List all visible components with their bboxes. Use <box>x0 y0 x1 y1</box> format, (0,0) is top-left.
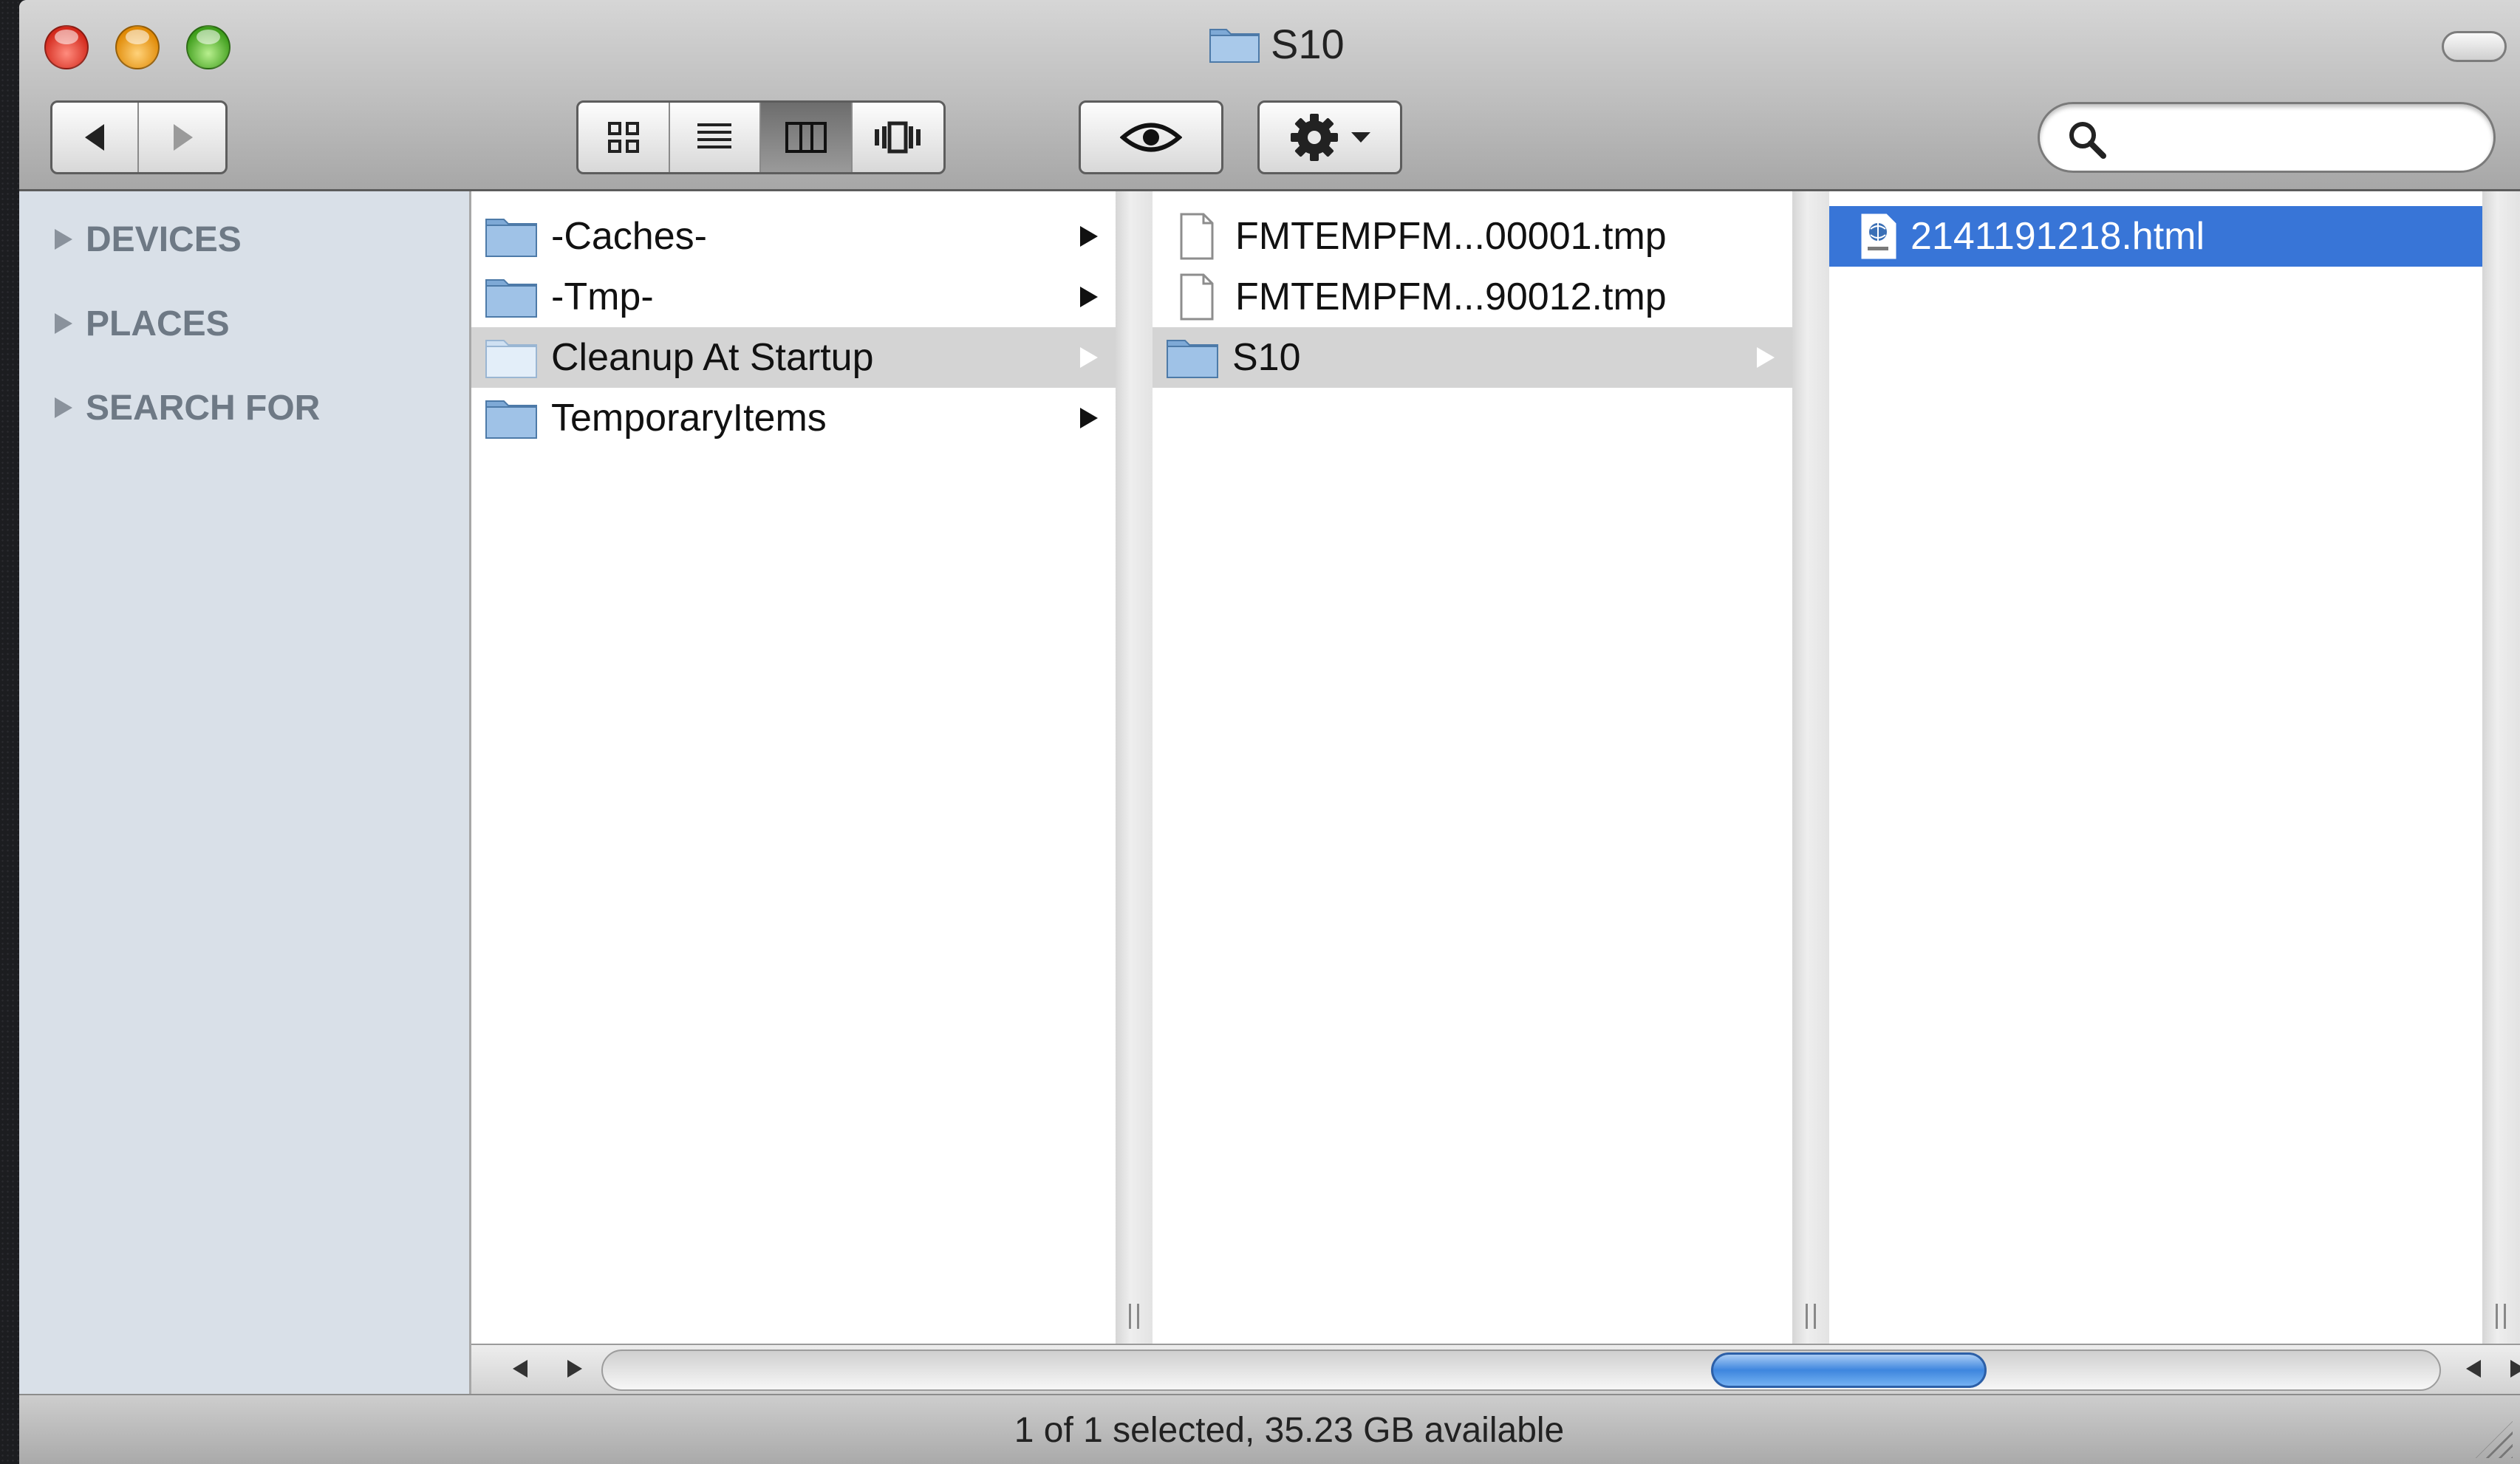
list-view-button[interactable] <box>670 103 761 172</box>
item-name: FMTEMPFM...00001.tmp <box>1235 215 1667 258</box>
status-bar: 1 of 1 selected, 35.23 GB available <box>19 1394 2520 1464</box>
list-item[interactable]: S10 <box>1153 327 1792 388</box>
scroll-track[interactable] <box>601 1350 2441 1391</box>
item-name: 2141191218.html <box>1911 215 2205 258</box>
column-resize-handle[interactable] <box>1129 1304 1139 1329</box>
navigation-segment <box>50 100 228 174</box>
search-field[interactable] <box>2038 102 2496 173</box>
coverflow-view-button[interactable] <box>853 103 944 172</box>
horizontal-scrollbar[interactable] <box>471 1344 2520 1394</box>
column-view-button[interactable] <box>761 103 853 172</box>
disclosure-arrow-icon <box>1080 226 1098 247</box>
disclosure-arrow-icon <box>1080 408 1098 428</box>
coverflow-view-icon <box>875 121 921 154</box>
list-item[interactable]: Cleanup At Startup <box>471 327 1116 388</box>
status-text: 1 of 1 selected, 35.23 GB available <box>1014 1411 1565 1450</box>
disclosure-arrow-icon <box>1080 287 1098 307</box>
search-icon <box>2069 122 2106 159</box>
eye-icon <box>1120 123 1182 152</box>
column-divider[interactable] <box>1116 191 1153 1344</box>
sidebar-section-label: PLACES <box>86 304 230 343</box>
scroll-right-arrow-icon[interactable] <box>2510 1360 2520 1378</box>
scroll-left-arrow-icon[interactable] <box>513 1360 527 1378</box>
minimize-button[interactable] <box>115 25 160 69</box>
scroll-thumb[interactable] <box>1711 1352 1987 1388</box>
list-item[interactable]: FMTEMPFM...90012.tmp <box>1153 267 1792 327</box>
sidebar-section-search-for[interactable]: SEARCH FOR <box>55 382 320 434</box>
window-title: S10 <box>1209 18 1345 69</box>
sidebar-section-label: SEARCH FOR <box>86 388 321 428</box>
forward-arrow-icon <box>173 124 193 151</box>
browser-column-3[interactable]: 2141191218.html <box>1829 191 2482 1344</box>
back-arrow-icon <box>84 124 104 151</box>
folder-icon <box>485 340 537 378</box>
search-input[interactable] <box>2121 114 2471 160</box>
finder-window: S10 DEVICES PLACES SEARCH FOR -Caches- -… <box>19 0 2520 1464</box>
item-name: -Caches- <box>551 215 707 258</box>
disclosure-triangle-icon <box>55 229 72 250</box>
browser-column-2[interactable]: FMTEMPFM...00001.tmp FMTEMPFM...90012.tm… <box>1153 191 1792 1344</box>
disclosure-triangle-icon <box>55 313 72 334</box>
item-name: TemporaryItems <box>551 397 827 439</box>
icon-view-icon <box>607 122 639 153</box>
toolbar-toggle-button[interactable] <box>2442 31 2507 62</box>
folder-icon <box>1209 29 1260 63</box>
disclosure-arrow-icon <box>1080 347 1098 368</box>
column-divider[interactable] <box>1792 191 1829 1344</box>
zoom-button[interactable] <box>186 25 231 69</box>
back-button[interactable] <box>52 103 139 172</box>
column-view-icon <box>785 122 827 153</box>
quick-look-button[interactable] <box>1079 100 1223 174</box>
sidebar: DEVICES PLACES SEARCH FOR <box>19 191 471 1394</box>
item-name: FMTEMPFM...90012.tmp <box>1235 276 1667 318</box>
browser-column-1[interactable]: -Caches- -Tmp- Cleanup At Startup Tempor… <box>471 191 1116 1344</box>
list-view-icon <box>697 123 732 148</box>
forward-button[interactable] <box>139 103 225 172</box>
gear-icon <box>1291 114 1338 161</box>
list-item[interactable]: -Caches- <box>471 206 1116 267</box>
window-title-text: S10 <box>1271 20 1345 67</box>
disclosure-triangle-icon <box>55 397 72 418</box>
list-item[interactable]: -Tmp- <box>471 267 1116 327</box>
list-item[interactable]: FMTEMPFM...00001.tmp <box>1153 206 1792 267</box>
column-resize-handle[interactable] <box>2496 1304 2506 1329</box>
sidebar-section-label: DEVICES <box>86 219 242 259</box>
folder-icon <box>485 219 537 257</box>
sidebar-section-places[interactable]: PLACES <box>55 298 230 349</box>
document-icon <box>1180 213 1214 260</box>
list-item[interactable]: TemporaryItems <box>471 388 1116 448</box>
chevron-down-icon <box>1351 132 1370 143</box>
title-toolbar: S10 <box>19 0 2520 191</box>
item-name: S10 <box>1232 336 1301 379</box>
view-mode-segment <box>576 100 946 174</box>
item-name: -Tmp- <box>551 276 654 318</box>
scroll-left-arrow-icon[interactable] <box>2466 1360 2481 1378</box>
icon-view-button[interactable] <box>578 103 670 172</box>
column-divider[interactable] <box>2482 191 2519 1344</box>
column-resize-handle[interactable] <box>1806 1304 1816 1329</box>
close-button[interactable] <box>44 25 89 69</box>
folder-icon <box>485 279 537 318</box>
list-item-selected[interactable]: 2141191218.html <box>1829 206 2482 267</box>
disclosure-arrow-icon <box>1757 347 1775 368</box>
item-name: Cleanup At Startup <box>551 336 874 379</box>
sidebar-section-devices[interactable]: DEVICES <box>55 213 242 265</box>
folder-icon <box>1167 340 1218 378</box>
scroll-right-arrow-icon[interactable] <box>567 1360 582 1378</box>
action-menu-button[interactable] <box>1257 100 1402 174</box>
html-file-icon <box>1861 213 1896 259</box>
document-icon <box>1180 273 1214 321</box>
folder-icon <box>485 400 537 439</box>
